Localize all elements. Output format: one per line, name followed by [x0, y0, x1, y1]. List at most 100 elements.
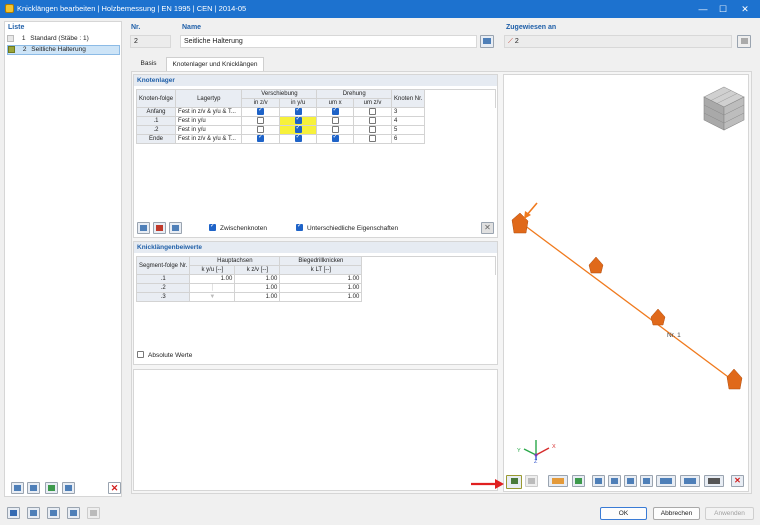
check-icon[interactable] [45, 482, 58, 494]
cancel-button[interactable]: Abbrechen [653, 507, 700, 520]
knicklaengen-header: Knicklängenbeiwerte [134, 242, 497, 253]
checkbox[interactable] [331, 108, 339, 116]
row-kz[interactable]: 1.00 [234, 292, 281, 302]
col-haupt: Hauptachsen [189, 256, 281, 266]
clear-icon[interactable]: ✕ [481, 222, 494, 234]
list-item[interactable]: 1 Standard (Stäbe : 1) [7, 35, 119, 45]
list-item[interactable]: 2 Seitliche Halterung [7, 45, 120, 55]
units-icon[interactable] [27, 507, 40, 519]
table-row: Anfang Fest in z/v & y/u & T... 3 [135, 107, 496, 117]
delete-row-icon[interactable] [153, 222, 166, 234]
checkbox[interactable] [331, 126, 339, 134]
checkbox[interactable] [257, 117, 265, 125]
view-options-icon[interactable] [656, 475, 676, 487]
table-row: .2 Fest in y/u 5 [135, 125, 496, 135]
row-lagertyp[interactable]: Fest in y/u [175, 116, 243, 126]
model-view[interactable] [504, 75, 750, 493]
tab-basis[interactable]: Basis [132, 58, 165, 70]
view-x-icon[interactable] [592, 475, 605, 487]
checkbox[interactable] [257, 126, 265, 134]
nr-label: Nr. [131, 24, 141, 31]
assigned-label: Zugewiesen an [506, 24, 557, 31]
checkbox[interactable] [369, 117, 377, 125]
checkbox[interactable] [257, 108, 265, 116]
row-klt[interactable]: 1.00 [279, 274, 363, 284]
col-drehung: Drehung [316, 89, 393, 99]
col-verschiebung: Verschiebung [241, 89, 318, 99]
new-item-icon[interactable] [11, 482, 24, 494]
import-icon[interactable] [67, 507, 80, 519]
row-ky[interactable]: 1.00 [189, 274, 236, 284]
checkbox[interactable] [331, 117, 339, 125]
sub-kz: k z/v [--] [234, 265, 281, 275]
row-klt[interactable]: 1.00 [279, 283, 363, 293]
unterschiedliche-checkbox[interactable] [296, 224, 303, 231]
checkbox[interactable] [331, 135, 339, 143]
search-icon[interactable] [7, 507, 20, 519]
row-folge: .1 [135, 116, 177, 126]
table-row: Ende Fest in z/v & y/u & T... 6 [135, 134, 496, 144]
window-title: Knicklängen bearbeiten | Holzbemessung |… [17, 4, 247, 13]
color-swatch [7, 35, 14, 42]
knicklaengen-panel: Knicklängenbeiwerte Segment-folge Nr. Ha… [133, 241, 498, 365]
table-icon[interactable] [47, 507, 60, 519]
view-iso-icon[interactable] [640, 475, 653, 487]
member-label: Nr. 1 [667, 332, 681, 339]
minimize-icon[interactable]: — [694, 2, 712, 16]
sort-icon[interactable] [62, 482, 75, 494]
checkbox[interactable] [294, 126, 302, 134]
absolute-werte-label: Absolute Werte [148, 352, 193, 359]
reset-view-icon[interactable]: ✕ [731, 475, 744, 487]
checkbox[interactable] [294, 108, 302, 116]
axis-z-label: Z [534, 459, 538, 465]
checkbox[interactable] [294, 117, 302, 125]
delete-icon[interactable]: ✕ [108, 482, 121, 494]
row-lagertyp[interactable]: Fest in z/v & y/u & T... [175, 107, 243, 117]
row-kz[interactable]: 1.00 [234, 283, 281, 293]
view-y-icon[interactable] [608, 475, 621, 487]
checkbox[interactable] [257, 135, 265, 143]
close-icon[interactable]: ✕ [736, 2, 754, 16]
select-member-icon[interactable] [737, 35, 751, 48]
checkbox[interactable] [294, 135, 302, 143]
maximize-icon[interactable]: ☐ [714, 2, 732, 16]
display-icon[interactable] [572, 475, 585, 487]
ok-button[interactable]: OK [600, 507, 647, 520]
view-panel: Nr. 1 X Y Z ✕ [503, 74, 749, 492]
insert-row-icon[interactable] [137, 222, 150, 234]
row-lagertyp[interactable]: Fest in y/u [175, 125, 243, 135]
col-segment: Segment-folge Nr. [135, 256, 191, 275]
checkbox[interactable] [369, 126, 377, 134]
view-mode-icon[interactable] [680, 475, 700, 487]
name-field[interactable]: Seitliche Halterung [180, 35, 477, 48]
list-header: Liste [8, 24, 25, 31]
table-row: .3 ▼ 1.00 1.00 [135, 292, 496, 302]
display-settings-icon[interactable] [506, 475, 522, 489]
copy-item-icon[interactable] [27, 482, 40, 494]
row-klt[interactable]: 1.00 [279, 292, 363, 302]
tab-knotenlager[interactable]: Knotenlager und Knicklängen [166, 57, 264, 71]
assigned-value: 2 [514, 38, 519, 45]
zwischenknoten-checkbox[interactable] [209, 224, 216, 231]
apply-button[interactable]: Anwenden [705, 507, 754, 520]
assigned-field: ⟋ 2 [504, 35, 732, 48]
view-z-icon[interactable] [624, 475, 637, 487]
formula-icon[interactable] [87, 507, 100, 519]
list-item-num: 1 [21, 35, 26, 43]
view-cube-icon [703, 86, 745, 131]
absolute-werte-checkbox[interactable] [137, 351, 144, 358]
axis-x-label: X [552, 444, 556, 450]
row-lagertyp[interactable]: Fest in z/v & y/u & T... [175, 134, 243, 144]
edit-name-icon[interactable] [480, 35, 494, 48]
name-label: Name [182, 24, 202, 31]
pick-node-icon[interactable] [169, 222, 182, 234]
checkbox[interactable] [369, 135, 377, 143]
sub-umz: um z/v [352, 98, 393, 108]
row-kz[interactable]: 1.00 [234, 274, 281, 284]
row-knoten: 3 [391, 107, 426, 117]
print-icon[interactable] [704, 475, 724, 487]
grid-dropdown-icon[interactable] [548, 475, 568, 487]
checkbox[interactable] [369, 108, 377, 116]
list-item-num: 2 [22, 46, 27, 54]
render-icon[interactable] [525, 475, 538, 487]
